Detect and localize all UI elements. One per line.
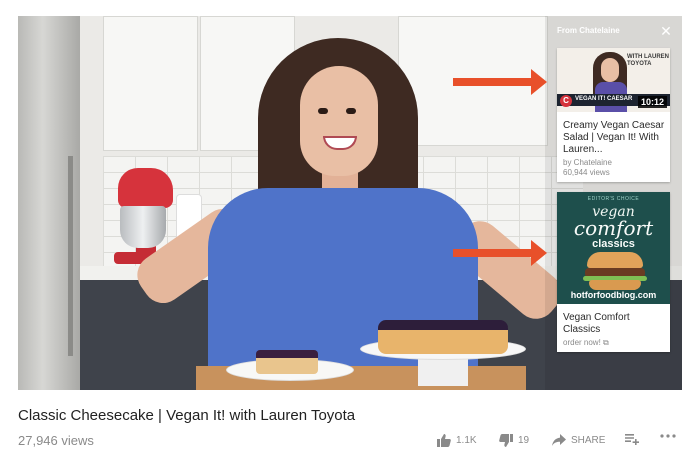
add-to-playlist-button[interactable] [625,434,639,445]
video-player[interactable]: From Chatelaine ✕ WITH LAUREN TOYOTA C V… [18,16,682,390]
end-screen-heading: From Chatelaine [557,26,620,35]
thumb-caption: WITH LAUREN TOYOTA [627,54,669,67]
share-label: SHARE [571,434,606,446]
mixer-head [118,168,173,208]
more-dots-icon [660,434,676,438]
card-title: Vegan Comfort Classics [563,312,630,335]
book-title-word: comfort [573,216,654,240]
book-title-word: classics [592,238,635,250]
card-views: 60,944 views [563,168,610,177]
video-thumbnail: WITH LAUREN TOYOTA C VEGAN IT! CAESAR 10… [557,48,670,112]
upper-cabinet [103,16,198,151]
view-count: 27,946 views [18,433,94,448]
more-options-button[interactable] [660,434,676,438]
close-cards-icon[interactable]: ✕ [659,24,673,38]
host-face [300,66,378,176]
like-button[interactable]: 1.1K [437,434,477,447]
annotation-arrow [453,69,547,95]
chatelaine-logo-icon: C [560,95,572,107]
card-title: Creamy Vegan Caesar Salad | Vegan It! Wi… [563,120,665,155]
thumbs-down-icon [499,434,513,447]
thumb-host-face [601,58,619,82]
dislike-count: 19 [518,435,530,446]
suggested-video-card[interactable]: WITH LAUREN TOYOTA C VEGAN IT! CAESAR 10… [557,48,670,182]
like-count: 1.1K [456,435,477,446]
share-arrow-icon [552,434,566,446]
fridge [18,16,80,390]
duration-badge: 10:12 [637,96,667,108]
thumbs-up-icon [437,434,451,447]
mixer-bowl [120,206,166,248]
burger-bottom-bun [589,280,641,290]
card-channel: by Chatelaine [563,158,612,167]
book-website: hotforfoodblog.com [570,290,657,300]
share-button[interactable]: SHARE [552,434,605,446]
dislike-button[interactable]: 19 [499,434,529,447]
burger-illustration [587,252,643,268]
host-eye [346,108,356,114]
thumb-banner-text: VEGAN IT! CAESAR [575,96,633,102]
cake-stand-foot [418,356,468,386]
cheesecake [378,320,508,354]
fridge-handle [68,156,73,356]
merch-card[interactable]: EDITOR'S CHOICE vegan comfort classics h… [557,192,670,352]
book-cover: EDITOR'S CHOICE vegan comfort classics h… [557,192,670,304]
video-title: Classic Cheesecake | Vegan It! with Laur… [18,407,356,424]
book-tagline: EDITOR'S CHOICE [587,196,640,202]
cheesecake-slice [256,350,318,374]
annotation-arrow [453,240,547,266]
playlist-add-icon [625,434,639,445]
host-eye [318,108,328,114]
order-now-link[interactable]: order now! ⧉ [563,338,609,348]
